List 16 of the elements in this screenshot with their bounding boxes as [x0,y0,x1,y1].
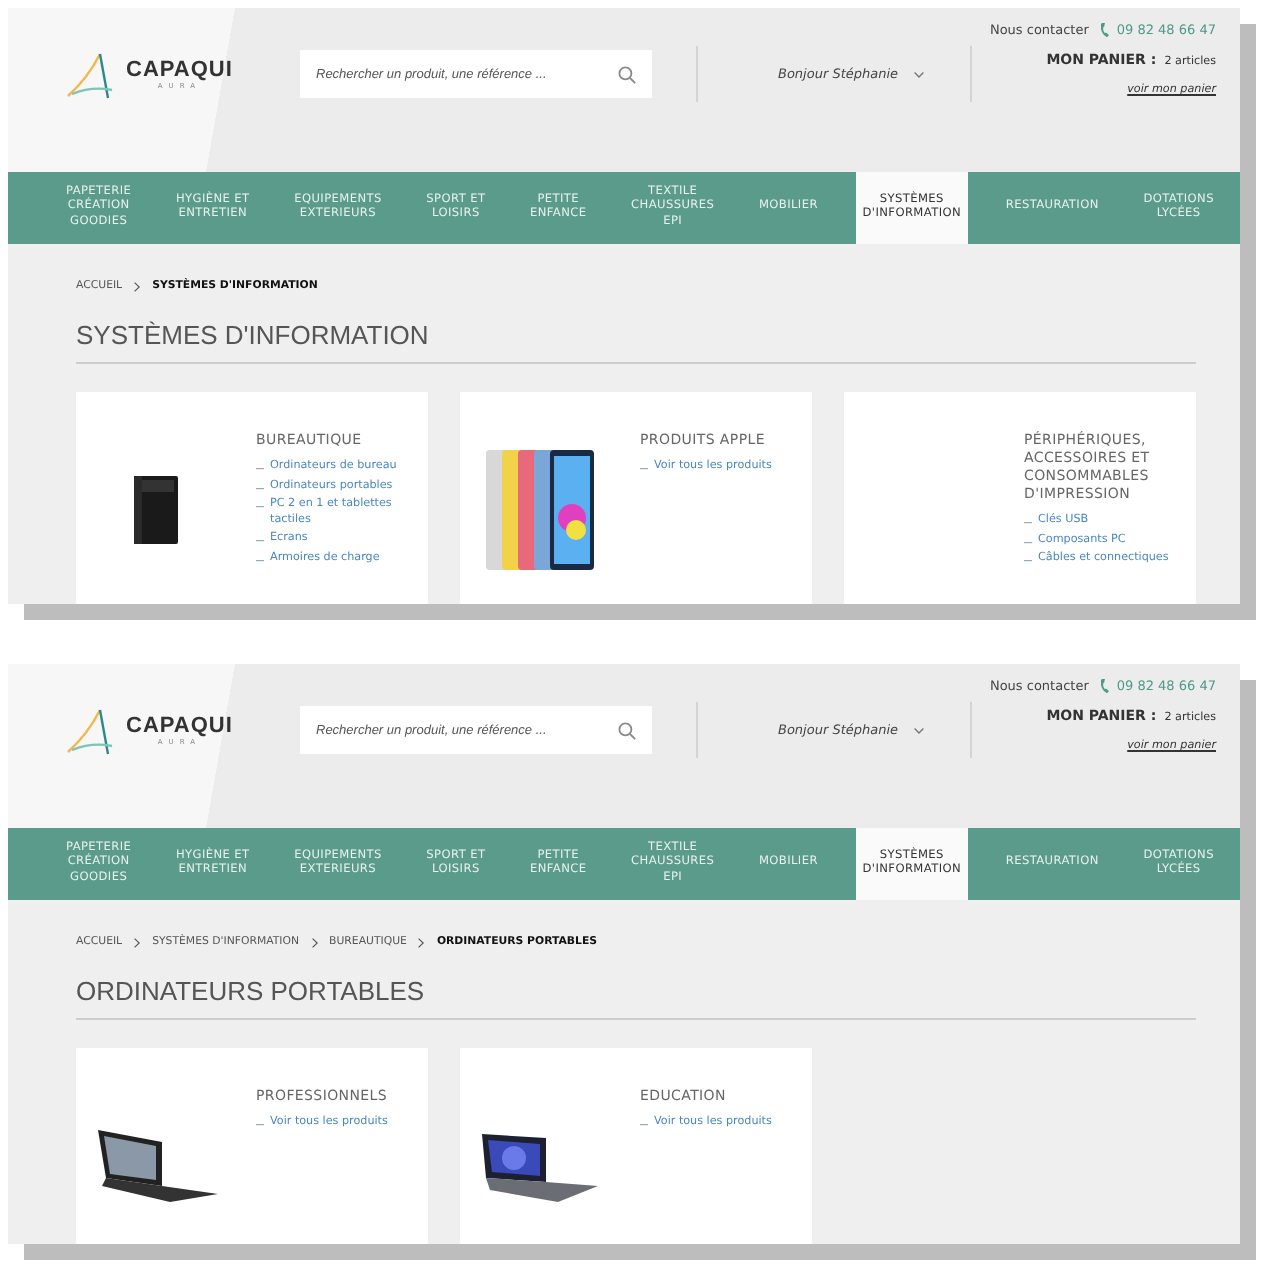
phone-icon [1100,22,1111,38]
chevron-right-icon [134,937,141,947]
logo-wordmark: CAPAQUI [126,714,233,738]
logo-wordmark: CAPAQUI [126,58,233,82]
chevron-right-icon [311,937,318,947]
phone-icon [1100,678,1111,694]
chevron-down-icon [914,71,925,77]
search-icon [618,65,636,83]
chevron-right-icon [418,937,425,947]
chevron-right-icon [134,281,141,291]
tablets-drawing [482,446,598,574]
page-title: SYSTÈMES D'INFORMATION [76,320,1196,364]
chevron-down-icon [914,727,925,733]
page-title: ORDINATEURS PORTABLES [76,976,1196,1020]
desktop-tower-drawing [130,472,182,548]
search-icon [618,721,636,739]
